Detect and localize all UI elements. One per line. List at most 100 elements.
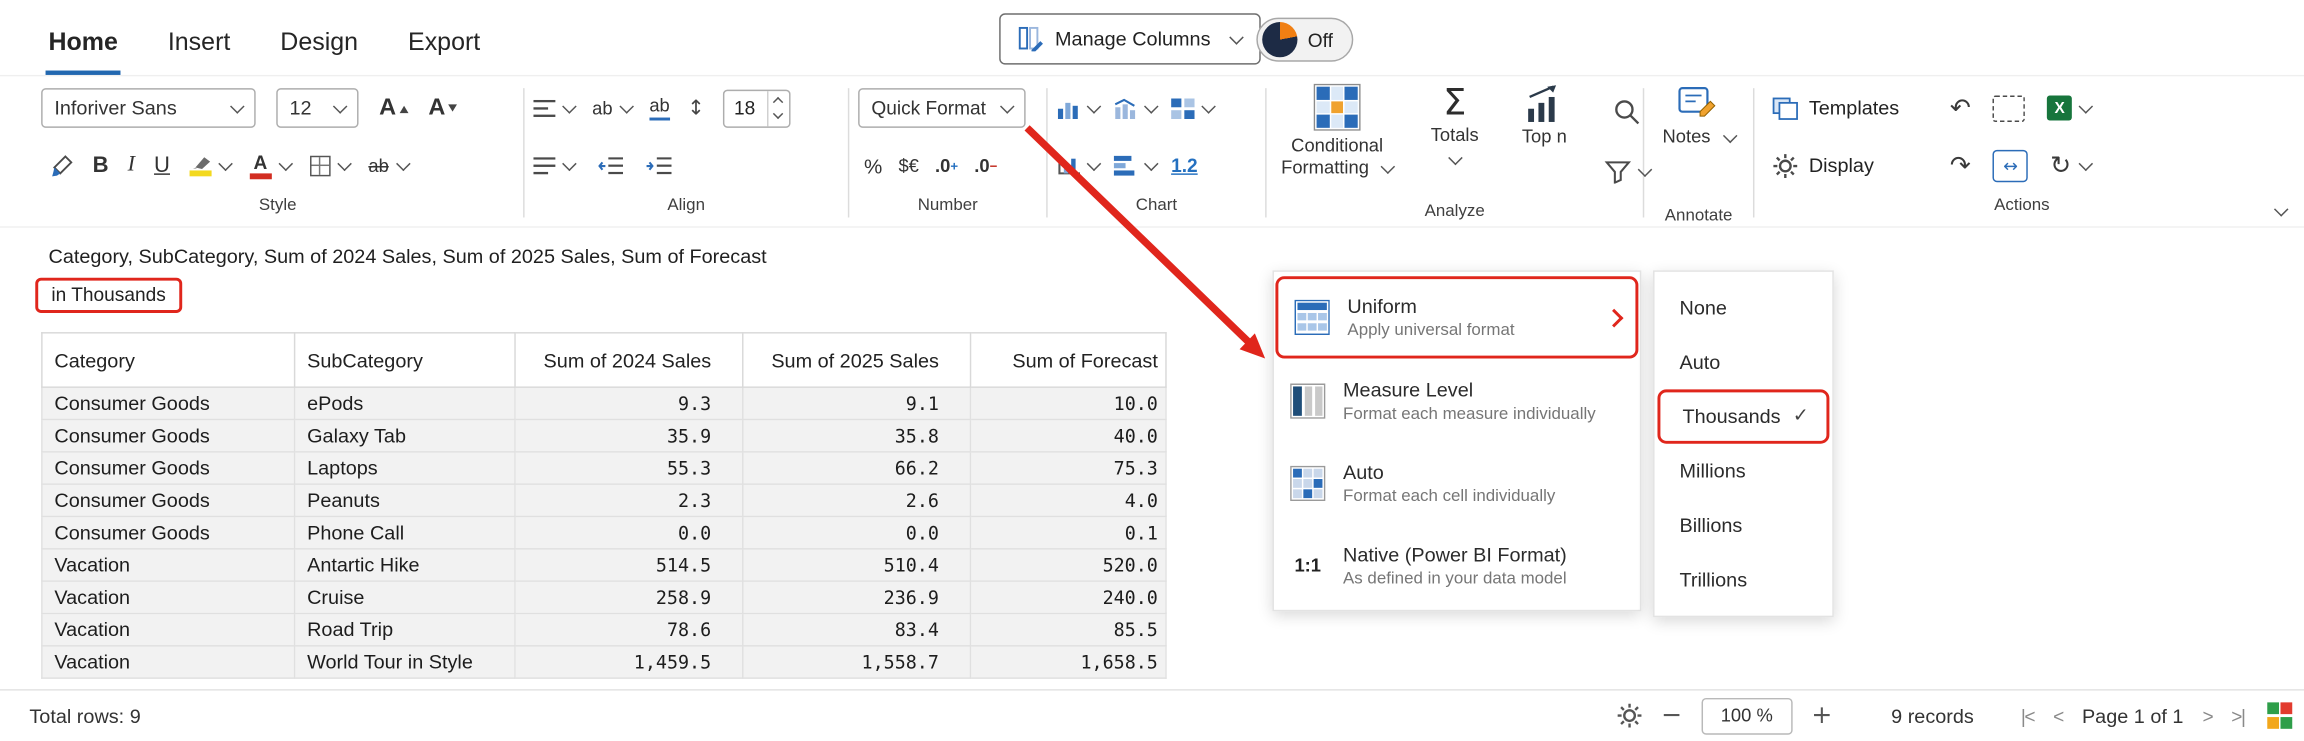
chart-labels-button[interactable] <box>1114 155 1157 176</box>
forecast-cell[interactable]: 75.3 <box>971 452 1166 484</box>
italic-button[interactable]: I <box>128 153 135 178</box>
chart-layout-button[interactable] <box>1114 98 1157 119</box>
currency-format-button[interactable]: $€ <box>898 155 918 176</box>
subcategory-cell[interactable]: Cruise <box>295 581 515 613</box>
submenu-item-millions[interactable]: Millions <box>1655 444 1833 498</box>
category-cell[interactable]: Vacation <box>42 646 295 678</box>
export-excel-button[interactable]: X <box>2047 96 2091 121</box>
submenu-item-auto[interactable]: Auto <box>1655 335 1833 389</box>
decrease-font-size-button[interactable]: A <box>428 95 457 121</box>
sales-2024-cell[interactable]: 258.9 <box>515 581 743 613</box>
fit-width-button[interactable]: ↔ <box>1993 149 2028 181</box>
borders-button[interactable] <box>310 155 350 176</box>
off-toggle[interactable]: Off <box>1256 18 1353 62</box>
table-row[interactable]: Vacation Road Trip 78.6 83.4 85.5 <box>42 613 1166 645</box>
last-page-button[interactable]: >| <box>2231 705 2244 727</box>
sales-2025-cell[interactable]: 0.0 <box>743 516 971 548</box>
wrap-text-button[interactable]: ab <box>592 98 632 119</box>
table-row[interactable]: Consumer Goods Phone Call 0.0 0.0 0.1 <box>42 516 1166 548</box>
prev-page-button[interactable]: < <box>2053 705 2063 727</box>
subcategory-cell[interactable]: Peanuts <box>295 484 515 516</box>
search-button[interactable] <box>1612 96 1641 125</box>
manage-columns-button[interactable]: Manage Columns <box>999 13 1260 64</box>
category-cell[interactable]: Consumer Goods <box>42 387 295 419</box>
sales-2024-cell[interactable]: 78.6 <box>515 613 743 645</box>
font-color-button[interactable]: A <box>249 152 290 178</box>
table-row[interactable]: Consumer Goods Galaxy Tab 35.9 35.8 40.0 <box>42 420 1166 452</box>
row-height-stepper[interactable]: 18 <box>722 89 790 127</box>
subcategory-cell[interactable]: Antartic Hike <box>295 549 515 581</box>
table-row[interactable]: Vacation Antartic Hike 514.5 510.4 520.0 <box>42 549 1166 581</box>
zoom-level[interactable]: 100 % <box>1701 697 1792 734</box>
tab-design[interactable]: Design <box>277 10 361 75</box>
font-family-select[interactable]: Inforiver Sans <box>41 88 256 128</box>
conditional-formatting-button[interactable]: Conditional Formatting <box>1275 79 1398 199</box>
zoom-out-button[interactable]: − <box>1661 701 1682 730</box>
sales-2024-cell[interactable]: 2.3 <box>515 484 743 516</box>
table-row[interactable]: Consumer Goods Peanuts 2.3 2.6 4.0 <box>42 484 1166 516</box>
undo-button[interactable]: ↶ <box>1950 93 1971 122</box>
submenu-item-trillions[interactable]: Trillions <box>1655 552 1833 606</box>
sales-2025-cell[interactable]: 236.9 <box>743 581 971 613</box>
sales-2024-cell[interactable]: 9.3 <box>515 387 743 419</box>
column-header-2024-sales[interactable]: Sum of 2024 Sales <box>515 333 743 387</box>
forecast-cell[interactable]: 40.0 <box>971 420 1166 452</box>
sales-2025-cell[interactable]: 35.8 <box>743 420 971 452</box>
text-overflow-button[interactable]: ab <box>649 96 669 121</box>
first-page-button[interactable]: |< <box>2021 705 2034 727</box>
sales-2024-cell[interactable]: 55.3 <box>515 452 743 484</box>
menu-item-measure-level[interactable]: Measure Level Format each measure indivi… <box>1274 360 1640 442</box>
table-row[interactable]: Consumer Goods Laptops 55.3 66.2 75.3 <box>42 452 1166 484</box>
tab-insert[interactable]: Insert <box>165 10 233 75</box>
tab-export[interactable]: Export <box>405 10 483 75</box>
subcategory-cell[interactable]: Road Trip <box>295 613 515 645</box>
chart-type-button[interactable] <box>1056 98 1099 119</box>
vertical-align-button[interactable] <box>533 156 574 174</box>
menu-item-auto[interactable]: Auto Format each cell individually <box>1274 442 1640 524</box>
decrease-indent-button[interactable] <box>598 156 623 174</box>
category-cell[interactable]: Consumer Goods <box>42 420 295 452</box>
increase-indent-button[interactable] <box>647 156 672 174</box>
display-button[interactable]: Display <box>1772 152 1928 178</box>
subcategory-cell[interactable]: Laptops <box>295 452 515 484</box>
forecast-cell[interactable]: 0.1 <box>971 516 1166 548</box>
chart-number-format-button[interactable]: 1.2 <box>1171 154 1198 176</box>
menu-item-native[interactable]: 1:1 Native (Power BI Format) As defined … <box>1274 525 1640 607</box>
tab-home[interactable]: Home <box>46 10 121 75</box>
sales-2025-cell[interactable]: 83.4 <box>743 613 971 645</box>
bold-button[interactable]: B <box>93 153 109 178</box>
format-painter-button[interactable] <box>50 154 74 178</box>
top-n-button[interactable]: Top n <box>1511 79 1579 199</box>
table-row[interactable]: Vacation Cruise 258.9 236.9 240.0 <box>42 581 1166 613</box>
decrease-decimal-button[interactable]: .0− <box>974 155 997 176</box>
increase-decimal-button[interactable]: .0+ <box>935 155 958 176</box>
settings-gear-button[interactable] <box>1616 702 1642 728</box>
chart-axis-button[interactable] <box>1056 155 1099 176</box>
sales-2024-cell[interactable]: 1,459.5 <box>515 646 743 678</box>
category-cell[interactable]: Consumer Goods <box>42 516 295 548</box>
highlight-color-button[interactable] <box>189 155 230 176</box>
column-header-forecast[interactable]: Sum of Forecast <box>971 333 1166 387</box>
table-row[interactable]: Consumer Goods ePods 9.3 9.1 10.0 <box>42 387 1166 419</box>
submenu-item-thousands[interactable]: Thousands ✓ <box>1657 389 1829 443</box>
zoom-in-button[interactable]: + <box>1811 701 1832 730</box>
category-cell[interactable]: Consumer Goods <box>42 484 295 516</box>
stepper-arrows[interactable] <box>766 90 788 125</box>
sales-2025-cell[interactable]: 2.6 <box>743 484 971 516</box>
column-header-subcategory[interactable]: SubCategory <box>295 333 515 387</box>
font-size-select[interactable]: 12 <box>276 88 358 128</box>
sales-2024-cell[interactable]: 514.5 <box>515 549 743 581</box>
sales-2024-cell[interactable]: 35.9 <box>515 420 743 452</box>
templates-button[interactable]: Templates <box>1772 96 1928 120</box>
submenu-item-none[interactable]: None <box>1655 281 1833 335</box>
forecast-cell[interactable]: 4.0 <box>971 484 1166 516</box>
forecast-cell[interactable]: 85.5 <box>971 613 1166 645</box>
percent-format-button[interactable]: % <box>864 154 882 178</box>
subcategory-cell[interactable]: Phone Call <box>295 516 515 548</box>
quick-format-dropdown[interactable]: Quick Format <box>858 88 1026 128</box>
selection-mode-button[interactable] <box>1993 95 2025 121</box>
subcategory-cell[interactable]: World Tour in Style <box>295 646 515 678</box>
category-cell[interactable]: Vacation <box>42 581 295 613</box>
redo-button[interactable]: ↷ <box>1950 151 1971 180</box>
next-page-button[interactable]: > <box>2203 705 2213 727</box>
